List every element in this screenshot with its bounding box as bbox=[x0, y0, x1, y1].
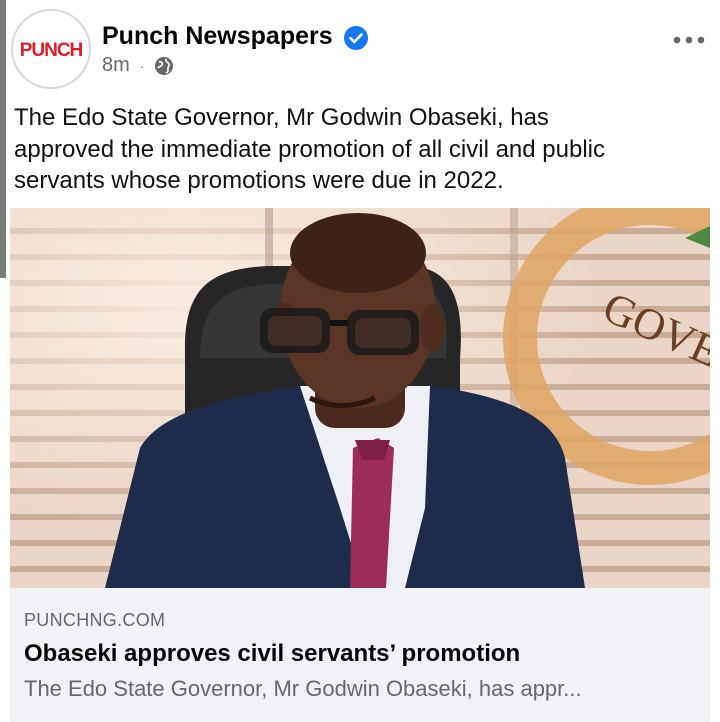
page-avatar[interactable]: PUNCH bbox=[11, 9, 91, 89]
verified-badge-icon bbox=[344, 26, 368, 50]
governor-photo-illustration: GOVE bbox=[10, 208, 710, 588]
post-photo[interactable]: GOVE bbox=[10, 208, 710, 588]
link-title[interactable]: Obaseki approves civil servants’ promoti… bbox=[24, 640, 520, 668]
page-name-link[interactable]: Punch Newspapers bbox=[102, 22, 333, 51]
post-timestamp[interactable]: 8m bbox=[102, 54, 130, 77]
more-horizontal-icon[interactable] bbox=[672, 35, 706, 45]
post-meta: 8m · bbox=[102, 54, 174, 77]
globe-icon[interactable] bbox=[154, 56, 174, 76]
post-message: The Edo State Governor, Mr Godwin Obasek… bbox=[14, 102, 714, 197]
post-message-line: The Edo State Governor, Mr Godwin Obasek… bbox=[14, 104, 549, 131]
post-message-line: approved the immediate promotion of all … bbox=[14, 135, 605, 163]
link-preview-card[interactable]: PUNCHNG.COM Obaseki approves civil serva… bbox=[10, 588, 710, 722]
svg-text:PUNCH: PUNCH bbox=[20, 40, 83, 61]
link-description: The Edo State Governor, Mr Godwin Obasek… bbox=[24, 676, 582, 701]
link-domain: PUNCHNG.COM bbox=[24, 610, 166, 630]
punch-logo: PUNCH bbox=[20, 40, 84, 61]
post-message-line: servants whose promotions were due in 20… bbox=[14, 167, 504, 194]
post-header: PUNCH Punch Newspapers 8m · bbox=[0, 0, 720, 92]
meta-separator: · bbox=[139, 57, 145, 74]
